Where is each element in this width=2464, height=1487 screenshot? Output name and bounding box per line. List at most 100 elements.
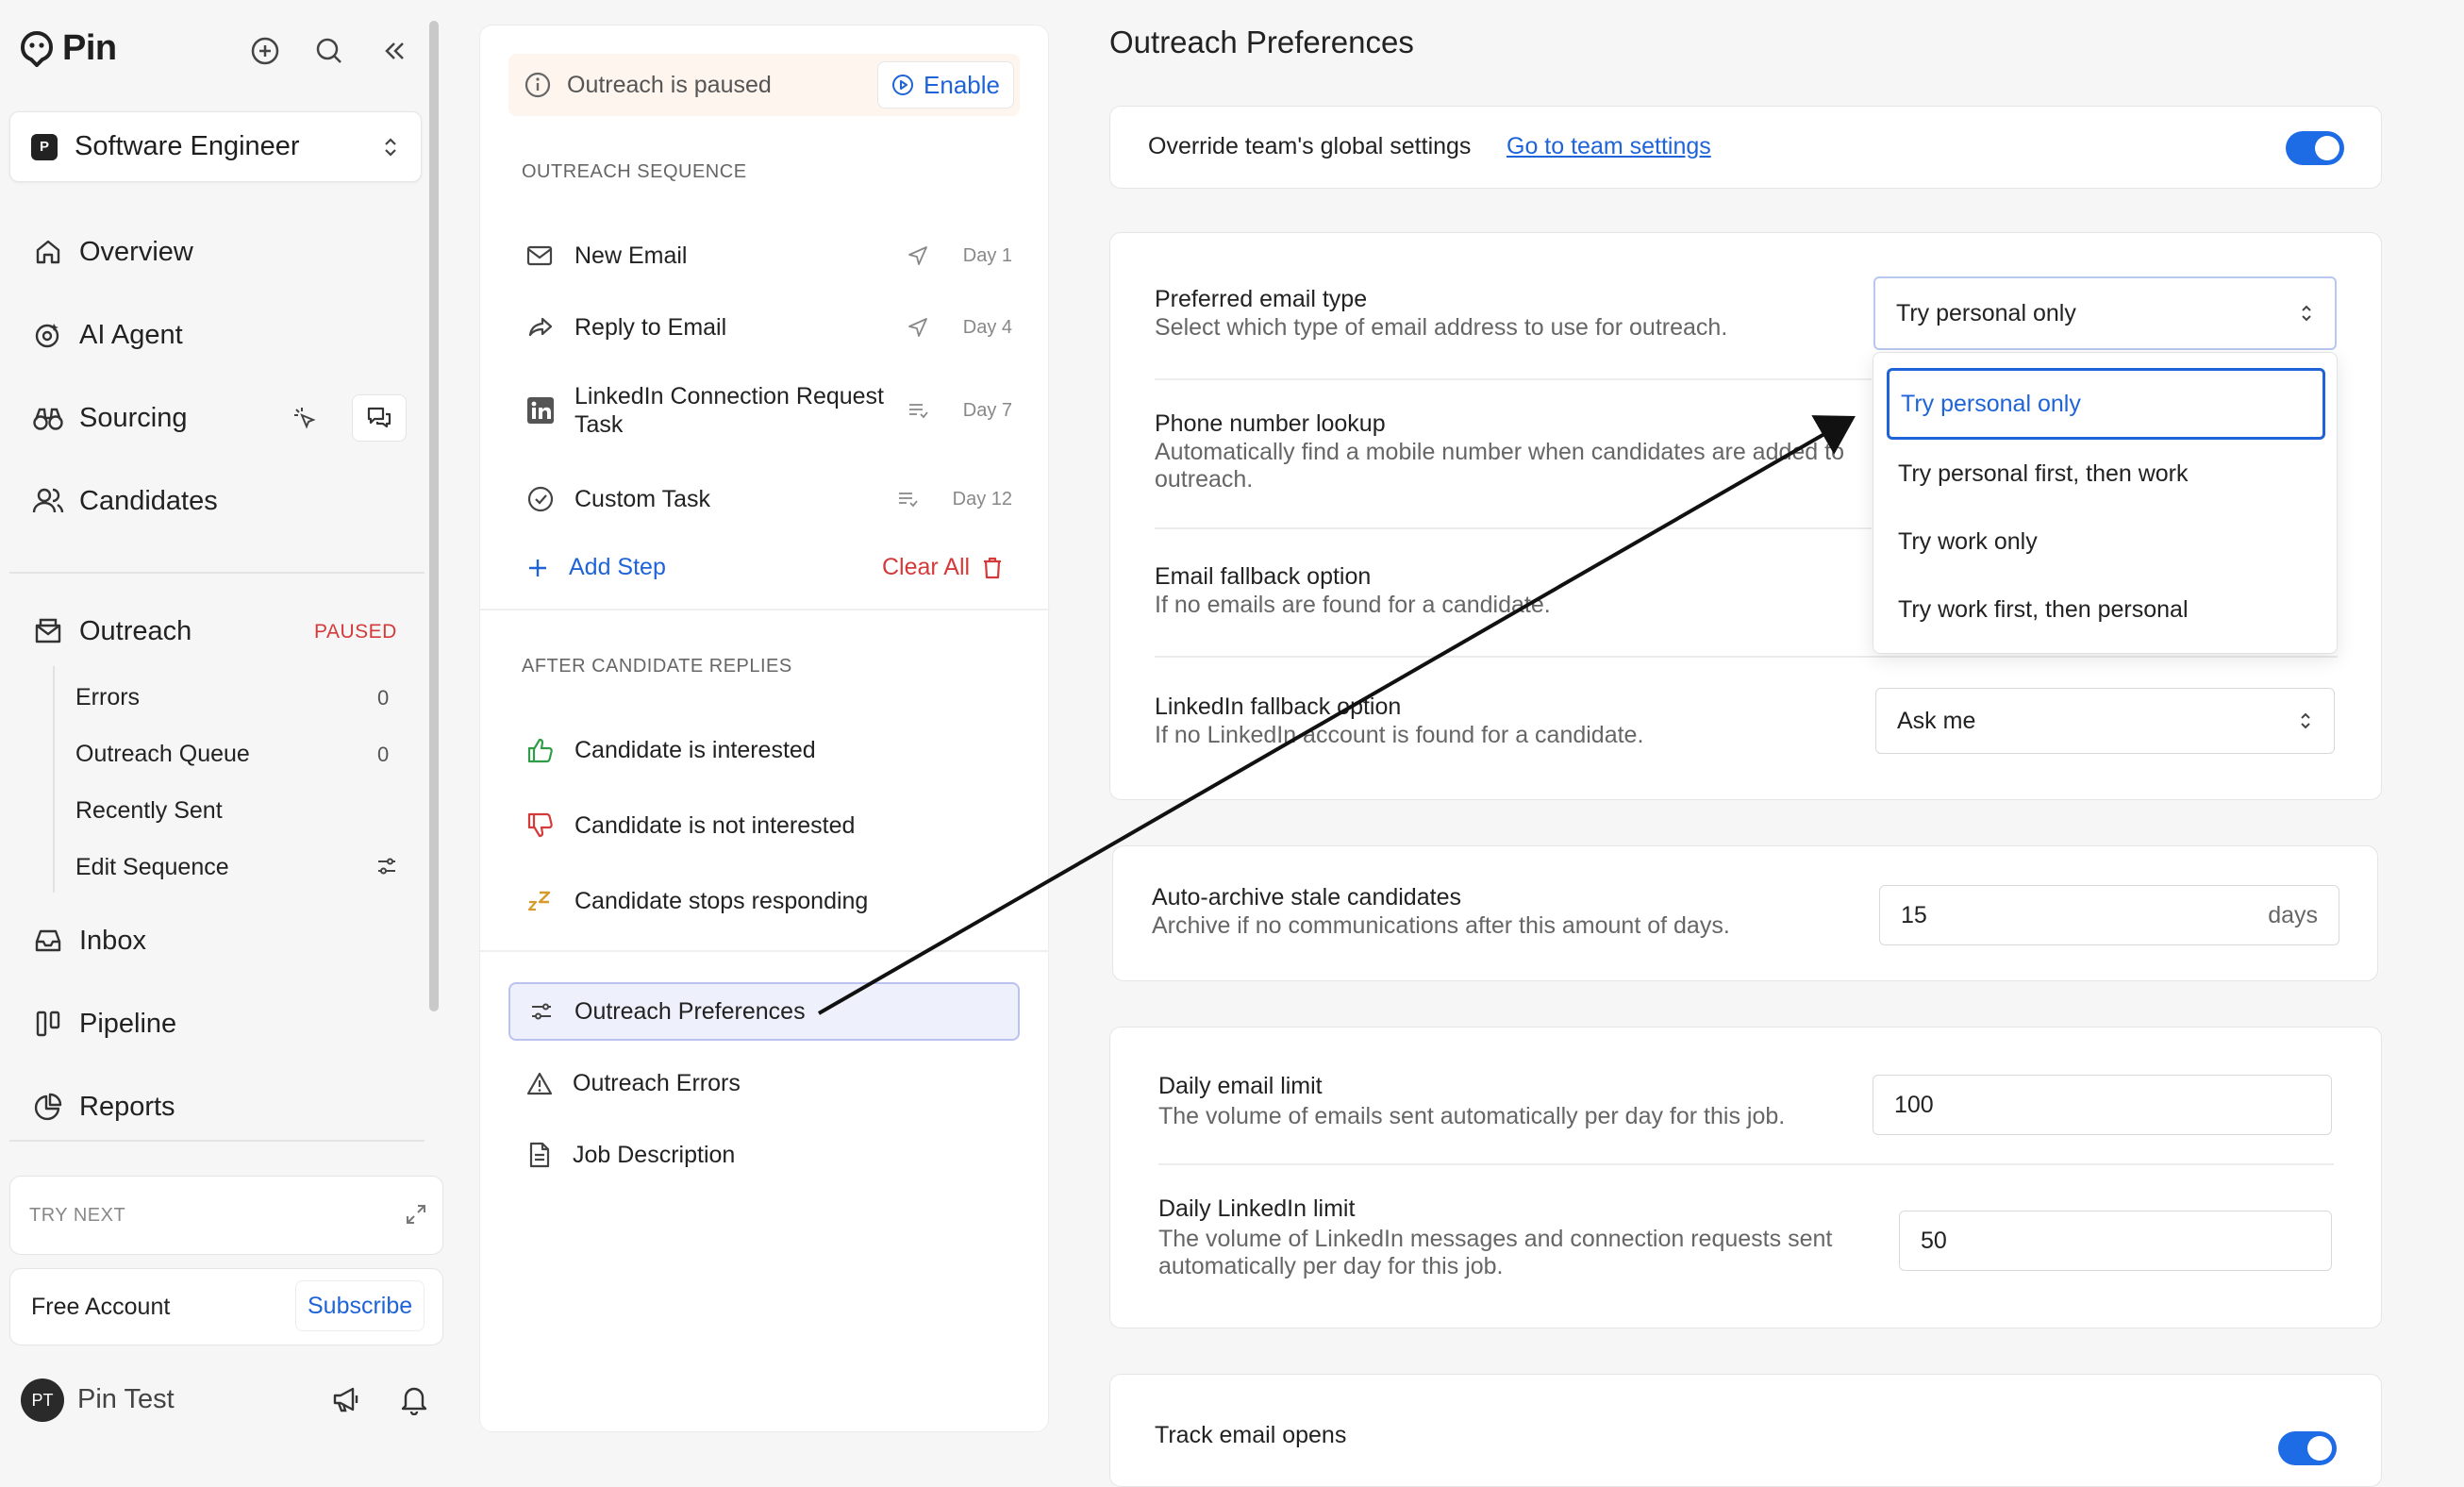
sub-errors-count: 0 [377, 686, 390, 710]
nav-reports-label: Reports [79, 1091, 175, 1122]
linkedin-icon [525, 395, 556, 426]
sub-errors-label: Errors [75, 684, 141, 710]
step-new-email[interactable]: New Email Day 1 [525, 241, 1012, 271]
step-linkedin-connection[interactable]: LinkedIn Connection Request Task Day 7 [525, 382, 1012, 439]
step-reply-to-email[interactable]: Reply to Email Day 4 [525, 312, 1012, 343]
reply-stops-responding[interactable]: Candidate stops responding [525, 886, 868, 916]
sub-errors[interactable]: Errors [75, 684, 140, 711]
step-day-label: Day 7 [962, 399, 1012, 421]
override-label: Override team's global settings [1148, 133, 1472, 159]
dropdown-option[interactable]: Try work only [1887, 513, 2325, 570]
dropdown-option[interactable]: Try personal first, then work [1887, 445, 2325, 502]
linkedin-fallback-desc: If no LinkedIn account is found for a ca… [1155, 722, 1644, 748]
override-toggle[interactable] [2286, 131, 2344, 165]
search-icon[interactable] [308, 30, 350, 72]
sidebar-divider-bottom [9, 1140, 425, 1142]
reply-icon [525, 312, 556, 343]
user-avatar[interactable]: PT [21, 1378, 64, 1422]
bell-icon[interactable] [399, 1383, 429, 1415]
auto-archive-input[interactable]: 15 days [1879, 885, 2339, 945]
daily-linkedin-label: Daily LinkedIn limit [1158, 1195, 1356, 1222]
chevron-updown-icon [2299, 303, 2314, 324]
dropdown-option-label: Try work first, then personal [1898, 595, 2189, 623]
linkedin-fallback-label: LinkedIn fallback option [1155, 693, 1402, 720]
sequence-panel: Outreach is paused Enable OUTREACH SEQUE… [479, 25, 1050, 1432]
nav-outreach-label: Outreach [79, 615, 192, 646]
email-type-label: Preferred email type [1155, 286, 1368, 312]
track-opens-toggle[interactable] [2278, 1431, 2337, 1465]
step-custom-task[interactable]: Custom Task Day 12 [525, 484, 1012, 514]
linkedin-fallback-select[interactable]: Ask me [1875, 688, 2335, 754]
sliders-icon [375, 855, 398, 877]
enable-button[interactable]: Enable [877, 61, 1014, 109]
nav-sourcing-label: Sourcing [79, 402, 188, 433]
sourcing-chat-icon[interactable] [352, 394, 407, 442]
override-card: Override team's global settings Go to te… [1109, 106, 2382, 189]
job-selector[interactable]: P Software Engineer [9, 111, 422, 182]
email-type-select[interactable]: Try personal only [1873, 276, 2337, 350]
app-logo[interactable]: Pin [21, 28, 117, 69]
row-divider [1155, 527, 1872, 529]
sub-outreach-queue[interactable]: Outreach Queue [75, 741, 250, 768]
daily-email-desc: The volume of emails sent automatically … [1158, 1103, 1786, 1129]
team-settings-link[interactable]: Go to team settings [1507, 133, 1711, 160]
sleep-icon [525, 886, 556, 916]
collapse-sidebar-icon[interactable] [374, 30, 415, 72]
daily-email-input[interactable]: 100 [1873, 1075, 2332, 1135]
linkedin-fallback-value: Ask me [1897, 707, 1976, 734]
pin-logo-icon [21, 30, 53, 67]
task-list-icon [903, 395, 933, 426]
task-list-icon [892, 484, 923, 514]
warning-icon [525, 1069, 554, 1097]
home-icon [32, 236, 64, 268]
account-plan: Free Account [31, 1294, 171, 1320]
step-label: LinkedIn Connection Request Task [574, 383, 885, 438]
sourcing-select-icon[interactable] [281, 394, 328, 442]
nav-sourcing[interactable]: Sourcing [32, 402, 187, 434]
job-selector-label: Software Engineer [75, 131, 300, 161]
sub-recently-sent[interactable]: Recently Sent [75, 797, 223, 825]
nav-job-description[interactable]: Job Description [508, 1126, 1020, 1184]
nav-outreach-preferences-label: Outreach Preferences [574, 997, 806, 1025]
nav-reports[interactable]: Reports [32, 1091, 175, 1123]
try-next-card[interactable]: TRY NEXT [9, 1176, 443, 1255]
megaphone-icon[interactable] [330, 1383, 362, 1415]
nav-candidates[interactable]: Candidates [32, 485, 218, 517]
step-day-label: Day 1 [962, 244, 1012, 266]
expand-icon[interactable] [405, 1203, 427, 1226]
reply-not-interested[interactable]: Candidate is not interested [525, 810, 855, 841]
nav-ai-agent[interactable]: AI Agent [32, 319, 183, 351]
dropdown-option[interactable]: Try work first, then personal [1887, 581, 2325, 638]
nav-outreach-errors[interactable]: Outreach Errors [508, 1054, 1020, 1112]
phone-lookup-desc: Automatically find a mobile number when … [1155, 439, 1844, 493]
dropdown-option[interactable]: Try personal only [1887, 368, 2325, 440]
page-title: Outreach Preferences [1109, 25, 1414, 59]
dropdown-option-label: Try work only [1898, 527, 2038, 555]
step-label: Reply to Email [574, 314, 727, 341]
user-name[interactable]: Pin Test [77, 1384, 175, 1415]
phone-lookup-label: Phone number lookup [1155, 410, 1386, 437]
nav-outreach[interactable]: Outreach [32, 615, 191, 647]
nav-pipeline[interactable]: Pipeline [32, 1008, 176, 1040]
add-icon[interactable] [244, 30, 286, 72]
nav-overview-label: Overview [79, 236, 193, 267]
sub-edit-sequence[interactable]: Edit Sequence [75, 854, 229, 881]
auto-archive-unit: days [2268, 901, 2318, 928]
nav-outreach-preferences[interactable]: Outreach Preferences [508, 982, 1020, 1041]
daily-linkedin-input[interactable]: 50 [1899, 1211, 2332, 1271]
nav-inbox[interactable]: Inbox [32, 925, 146, 957]
nav-pipeline-label: Pipeline [79, 1008, 177, 1039]
subscribe-button[interactable]: Subscribe [295, 1280, 425, 1331]
users-icon [32, 485, 64, 517]
limits-card: Daily email limit The volume of emails s… [1109, 1027, 2382, 1328]
nav-overview[interactable]: Overview [32, 236, 193, 268]
sidebar-scrollbar[interactable] [429, 21, 439, 1011]
step-day: Day 4 [903, 312, 1012, 343]
reply-interested[interactable]: Candidate is interested [525, 735, 816, 765]
add-step-button[interactable]: Add Step [525, 554, 666, 581]
sequence-section-title: OUTREACH SEQUENCE [522, 161, 747, 182]
auto-archive-label: Auto-archive stale candidates [1152, 884, 1461, 911]
clear-all-button[interactable]: Clear All [882, 554, 1004, 581]
tracking-card: Track email opens [1109, 1374, 2382, 1487]
nav-inbox-label: Inbox [79, 925, 146, 956]
